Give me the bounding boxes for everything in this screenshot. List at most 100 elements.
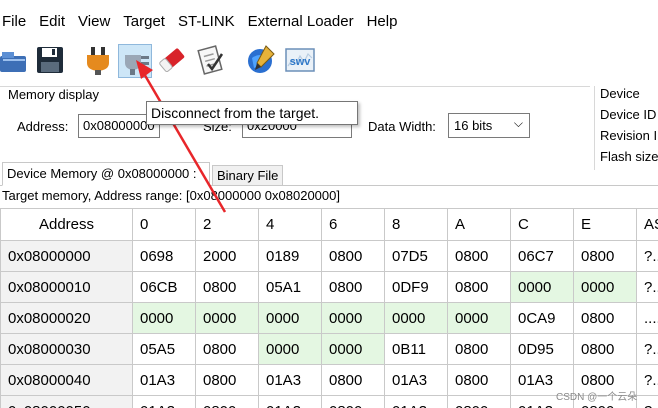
ascii-cell[interactable]: ?...: [636, 271, 658, 303]
ascii-cell[interactable]: ?...: [636, 364, 658, 396]
memory-cell[interactable]: 0800: [573, 240, 637, 272]
memory-cell[interactable]: 0800: [447, 364, 511, 396]
table-row: 0x08000030 05A5 0800 0000 0000 0B11 0800 0D95 08…: [0, 333, 658, 365]
memory-cell[interactable]: 0000: [447, 302, 511, 334]
save-button[interactable]: [34, 44, 68, 78]
toolbar: swv: [0, 40, 658, 80]
address-cell[interactable]: 0x08000020: [0, 302, 133, 334]
data-width-label: Data Width:: [368, 119, 436, 134]
erase-button[interactable]: [156, 44, 190, 78]
memory-cell[interactable]: 0800: [447, 240, 511, 272]
memory-cell[interactable]: 0000: [321, 333, 385, 365]
memory-cell[interactable]: 0800: [573, 333, 637, 365]
address-cell[interactable]: 0x08000040: [0, 364, 133, 396]
swv-button[interactable]: swv: [284, 44, 318, 78]
tab-binary-file[interactable]: Binary File: [212, 165, 284, 186]
memory-cell[interactable]: 0800: [321, 364, 385, 396]
revision-id-label: Revision ID: [600, 128, 658, 143]
memory-cell[interactable]: 06CB: [132, 271, 196, 303]
menu-target[interactable]: Target: [116, 8, 171, 36]
menu-external-loader[interactable]: External Loader: [241, 8, 360, 36]
table-header-row: Address 0 2 4 6 8 A C E AS: [0, 208, 658, 241]
device-id-label: Device ID: [600, 107, 657, 122]
column-header[interactable]: C: [510, 208, 574, 241]
memory-cell[interactable]: 01A3: [258, 395, 322, 408]
memory-cell[interactable]: 0800: [195, 333, 259, 365]
memory-cell[interactable]: 0000: [132, 302, 196, 334]
memory-cell[interactable]: 0800: [195, 395, 259, 408]
address-cell[interactable]: 0x08000000: [0, 240, 133, 272]
memory-display-title: Memory display: [8, 87, 104, 102]
memory-cell[interactable]: 01A3: [258, 364, 322, 396]
memory-cell[interactable]: 05A5: [132, 333, 196, 365]
ascii-cell[interactable]: ?...: [636, 240, 658, 272]
column-header[interactable]: 6: [321, 208, 385, 241]
memory-cell[interactable]: 0B11: [384, 333, 448, 365]
menu-help[interactable]: Help: [360, 8, 404, 36]
memory-cell[interactable]: 0000: [321, 302, 385, 334]
address-cell[interactable]: 0x08000010: [0, 271, 133, 303]
column-header[interactable]: E: [573, 208, 637, 241]
memory-cell[interactable]: 0800: [321, 271, 385, 303]
disconnect-button[interactable]: [118, 44, 152, 78]
tab-device-memory[interactable]: Device Memory @ 0x08000000 :: [2, 162, 210, 186]
memory-cell[interactable]: 0000: [573, 271, 637, 303]
column-header[interactable]: 0: [132, 208, 196, 241]
memory-cell[interactable]: 0000: [384, 302, 448, 334]
ascii-cell[interactable]: ?...: [636, 333, 658, 365]
memory-table: Address 0 2 4 6 8 A C E AS 0x08000000069…: [0, 208, 658, 408]
memory-cell[interactable]: 0000: [258, 333, 322, 365]
memory-cell[interactable]: 2000: [195, 240, 259, 272]
memory-cell[interactable]: 05A1: [258, 271, 322, 303]
watermark: CSDN @一个云朵: [556, 392, 638, 403]
menu-st-link[interactable]: ST-LINK: [171, 8, 241, 36]
memory-cell[interactable]: 01A3: [132, 395, 196, 408]
device-info-panel: Device Device ID Revision ID Flash size: [594, 86, 658, 170]
erase-icon: [159, 48, 185, 72]
memory-tabs: Device Memory @ 0x08000000 : Binary File: [0, 160, 658, 186]
menu-view[interactable]: View: [71, 8, 116, 36]
memory-cell[interactable]: 0189: [258, 240, 322, 272]
address-cell[interactable]: 0x08000030: [0, 333, 133, 365]
memory-cell[interactable]: 0000: [195, 302, 259, 334]
memory-cell[interactable]: 0800: [573, 302, 637, 334]
connect-button[interactable]: [82, 44, 116, 78]
memory-cell[interactable]: 0DF9: [384, 271, 448, 303]
memory-cell[interactable]: 07D5: [384, 240, 448, 272]
memory-cell[interactable]: 0800: [195, 364, 259, 396]
program-button[interactable]: [244, 44, 278, 78]
memory-cell[interactable]: 0800: [447, 333, 511, 365]
ascii-cell[interactable]: ....: [636, 302, 658, 334]
column-header-address[interactable]: Address: [0, 208, 133, 241]
menu-file[interactable]: File: [0, 8, 32, 36]
open-file-button[interactable]: [0, 44, 34, 78]
memory-cell[interactable]: 0698: [132, 240, 196, 272]
data-width-select[interactable]: 16 bits ⌵: [448, 113, 530, 138]
memory-cell[interactable]: 0000: [510, 271, 574, 303]
memory-cell[interactable]: 0000: [258, 302, 322, 334]
memory-cell[interactable]: 0800: [447, 271, 511, 303]
memory-cell[interactable]: 0800: [321, 240, 385, 272]
column-header[interactable]: 4: [258, 208, 322, 241]
memory-cell[interactable]: 0800: [195, 271, 259, 303]
memory-cell[interactable]: 01A3: [132, 364, 196, 396]
memory-cell[interactable]: 01A3: [384, 364, 448, 396]
memory-cell[interactable]: 0D95: [510, 333, 574, 365]
verify-button[interactable]: [194, 44, 228, 78]
menu-edit[interactable]: Edit: [32, 8, 71, 36]
chevron-down-icon: ⌵: [513, 116, 523, 130]
checklist-icon: [197, 45, 224, 75]
column-header-ascii[interactable]: AS: [636, 208, 658, 241]
column-header[interactable]: A: [447, 208, 511, 241]
memory-cell[interactable]: 0800: [447, 395, 511, 408]
memory-cell[interactable]: 01A3: [384, 395, 448, 408]
column-header[interactable]: 2: [195, 208, 259, 241]
memory-cell[interactable]: 0800: [321, 395, 385, 408]
table-row: 0x08000000 0698 2000 0189 0800 07D5 0800 06C7 08…: [0, 240, 658, 272]
address-cell[interactable]: 0x08000050: [0, 395, 133, 408]
memory-cell[interactable]: 0CA9: [510, 302, 574, 334]
ascii-cell[interactable]: ?...: [636, 395, 658, 408]
connect-icon: [87, 47, 109, 75]
memory-cell[interactable]: 06C7: [510, 240, 574, 272]
column-header[interactable]: 8: [384, 208, 448, 241]
